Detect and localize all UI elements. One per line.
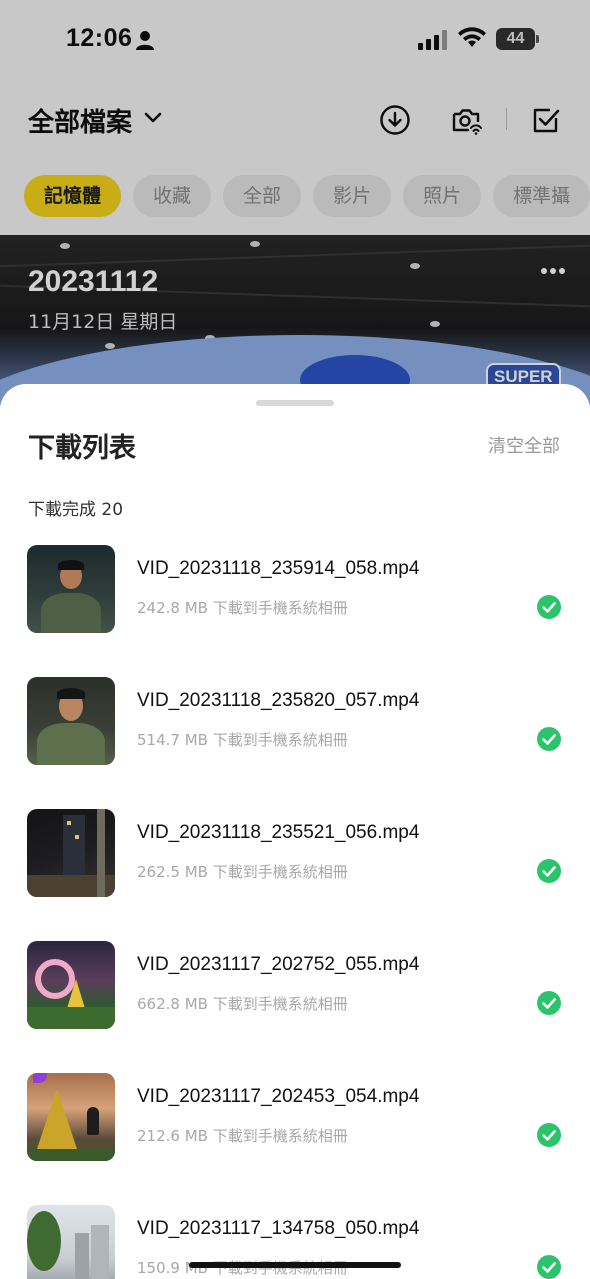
file-size: 212.6 MB (137, 1127, 208, 1145)
check-circle-icon (537, 1255, 561, 1279)
wifi-icon (458, 27, 486, 47)
ceiling-light (60, 243, 70, 249)
file-name: VID_20231117_202453_054.mp4 (137, 1086, 420, 1107)
file-name: VID_20231118_235914_058.mp4 (137, 558, 420, 579)
file-meta: 662.8 MB 下載到手機系統相冊 (137, 993, 348, 1014)
home-indicator[interactable] (189, 1262, 401, 1268)
file-name: VID_20231117_134758_050.mp4 (137, 1218, 420, 1239)
download-status: 下載到手機系統相冊 (212, 863, 348, 881)
check-circle-icon (537, 727, 561, 751)
download-status: 下載到手機系統相冊 (212, 599, 348, 617)
file-size: 262.5 MB (137, 863, 208, 881)
check-circle-icon (537, 859, 561, 883)
file-meta: 212.6 MB 下載到手機系統相冊 (137, 1125, 348, 1146)
download-icon[interactable] (379, 104, 411, 136)
album-date-title: 20231112 (28, 265, 159, 298)
file-size: 514.7 MB (137, 731, 208, 749)
video-thumbnail (27, 677, 115, 765)
ceiling-light (105, 343, 115, 349)
download-item[interactable]: VID_20231118_235820_057.mp4 514.7 MB 下載到… (0, 677, 590, 787)
download-status: 下載到手機系統相冊 (212, 1127, 348, 1145)
album-date-subtitle: 11月12日 星期日 (28, 311, 178, 333)
clear-all-button[interactable]: 清空全部 (488, 432, 560, 458)
chip-favorites[interactable]: 收藏 (133, 175, 212, 217)
video-thumbnail (27, 809, 115, 897)
video-thumbnail (27, 1205, 115, 1279)
filter-chip-bar: 記憶體 收藏 全部 影片 照片 標準攝 (24, 175, 590, 219)
file-size: 242.8 MB (137, 599, 208, 617)
video-thumbnail (27, 1073, 115, 1161)
file-meta: 514.7 MB 下載到手機系統相冊 (137, 729, 348, 750)
album-header-photo[interactable]: 20231112 11月12日 星期日 SUPER (0, 235, 590, 405)
status-bar: 12:06 44 (0, 0, 590, 80)
status-time: 12:06 (66, 24, 133, 52)
camera-wifi-icon[interactable] (450, 104, 482, 136)
more-icon[interactable] (540, 267, 566, 275)
sheet-title: 下載列表 (28, 433, 136, 464)
select-checkbox-icon[interactable] (530, 104, 562, 136)
file-meta: 242.8 MB 下載到手機系統相冊 (137, 597, 348, 618)
file-name: VID_20231118_235521_056.mp4 (137, 822, 420, 843)
download-status: 下載到手機系統相冊 (212, 995, 348, 1013)
chip-photos[interactable]: 照片 (403, 175, 482, 217)
video-thumbnail (27, 545, 115, 633)
ceiling-light (250, 241, 260, 247)
file-name: VID_20231117_202752_055.mp4 (137, 954, 420, 975)
person-icon (136, 31, 154, 50)
battery-nub (536, 35, 539, 43)
ceiling-light (430, 321, 440, 327)
sheet-grabber[interactable] (256, 400, 334, 406)
cellular-signal-icon (418, 30, 447, 50)
top-bar: 全部檔案 (0, 92, 590, 148)
download-status: 下載到手機系統相冊 (212, 731, 348, 749)
video-thumbnail (27, 941, 115, 1029)
chip-memory[interactable]: 記憶體 (24, 175, 122, 217)
ceiling-beam (0, 244, 590, 268)
toolbar-divider (506, 108, 507, 130)
file-meta: 262.5 MB 下載到手機系統相冊 (137, 861, 348, 882)
download-item[interactable]: VID_20231117_202752_055.mp4 662.8 MB 下載到… (0, 941, 590, 1051)
check-circle-icon (537, 595, 561, 619)
folder-title[interactable]: 全部檔案 (28, 102, 132, 139)
battery-indicator: 44 (496, 28, 540, 50)
chevron-down-icon[interactable] (144, 112, 162, 124)
ceiling-light (410, 263, 420, 269)
check-circle-icon (537, 991, 561, 1015)
file-name: VID_20231118_235820_057.mp4 (137, 690, 420, 711)
chip-standard[interactable]: 標準攝 (493, 175, 590, 217)
chip-videos[interactable]: 影片 (313, 175, 392, 217)
download-item[interactable]: VID_20231118_235521_056.mp4 262.5 MB 下載到… (0, 809, 590, 919)
download-item[interactable]: VID_20231117_202453_054.mp4 212.6 MB 下載到… (0, 1073, 590, 1183)
download-list-sheet: 下載列表 清空全部 下載完成 20 VID_20231118_235914_05… (0, 384, 590, 1279)
battery-level: 44 (496, 28, 535, 50)
check-circle-icon (537, 1123, 561, 1147)
download-item[interactable]: VID_20231118_235914_058.mp4 242.8 MB 下載到… (0, 545, 590, 655)
chip-all[interactable]: 全部 (223, 175, 302, 217)
section-label-completed: 下載完成 20 (28, 500, 124, 520)
file-size: 662.8 MB (137, 995, 208, 1013)
